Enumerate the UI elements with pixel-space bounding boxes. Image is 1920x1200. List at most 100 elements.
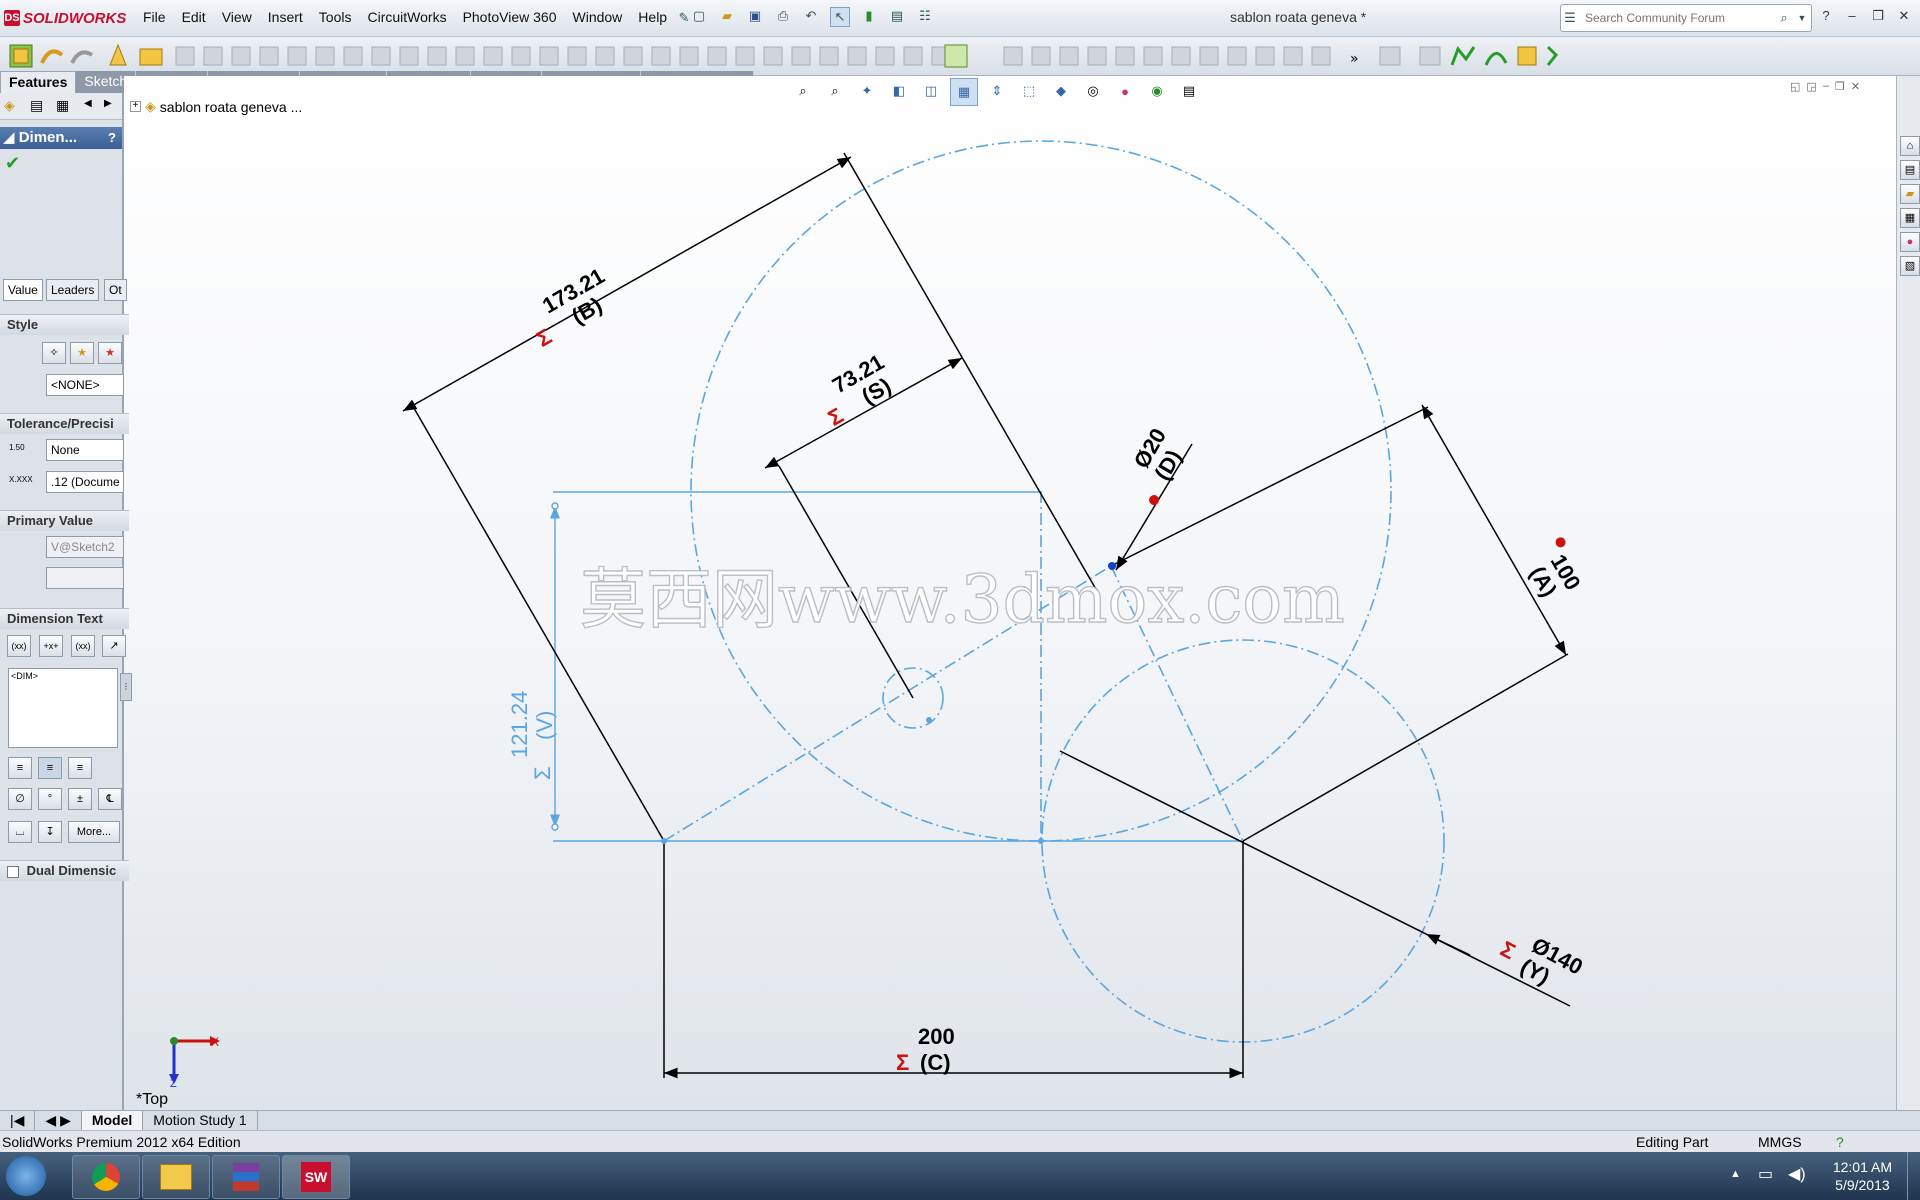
undo-icon[interactable]: ↶ bbox=[802, 7, 820, 25]
view-palette-icon[interactable]: ▦ bbox=[1900, 208, 1920, 228]
tab-scroll-left-icon[interactable]: ◀ bbox=[84, 98, 92, 109]
zoom-to-fit-icon[interactable]: ⌕ bbox=[790, 78, 816, 104]
chevron-down-icon[interactable]: ▼ bbox=[1793, 9, 1811, 27]
property-manager-tab-icon[interactable]: ▤ bbox=[30, 97, 43, 114]
menu-edit[interactable]: Edit bbox=[174, 9, 214, 27]
custom-properties-icon[interactable]: ▧ bbox=[1900, 256, 1920, 276]
tab-scroll-right-icon[interactable]: ▶ bbox=[104, 98, 112, 109]
save-icon[interactable]: ▣ bbox=[746, 7, 764, 25]
dimension-c[interactable]: 200 (C) Σ bbox=[896, 1024, 955, 1075]
tab-scroll-prev-icon[interactable]: ◀ ▶ bbox=[35, 1111, 82, 1131]
dimension-a[interactable]: 100 (A) bbox=[1517, 536, 1588, 607]
primary-value-name-field[interactable]: V@Sketch2 bbox=[46, 536, 124, 558]
plus-minus-symbol-button[interactable]: ± bbox=[68, 788, 92, 810]
menu-photoview[interactable]: PhotoView 360 bbox=[455, 9, 565, 27]
menu-help[interactable]: Help bbox=[630, 9, 675, 27]
center-dimension-button[interactable]: +x+ bbox=[39, 635, 63, 657]
open-icon[interactable]: ▰ bbox=[718, 7, 736, 25]
dimension-s[interactable]: 73.21 (S) Σ bbox=[811, 349, 902, 431]
configuration-tab-icon[interactable]: ▦ bbox=[56, 97, 69, 114]
display-style-icon[interactable]: ▦ bbox=[950, 78, 978, 106]
print-icon[interactable]: ⎙ bbox=[774, 7, 792, 25]
network-icon[interactable]: ▭ bbox=[1758, 1164, 1773, 1184]
parentheses-button[interactable]: (xx) bbox=[7, 635, 31, 657]
style-select[interactable]: <NONE> bbox=[46, 374, 124, 396]
tab-scroll-first-icon[interactable]: |◀ bbox=[0, 1111, 36, 1131]
degree-symbol-button[interactable]: ° bbox=[38, 788, 62, 810]
dual-dimension-checkbox[interactable] bbox=[7, 865, 19, 878]
solidworks-taskbar-icon[interactable]: SW bbox=[282, 1155, 350, 1199]
show-hidden-icons[interactable]: ▲ bbox=[1730, 1168, 1741, 1180]
file-properties-icon[interactable]: ▤ bbox=[888, 7, 906, 25]
sketch-canvas[interactable]: 121.24 (V) Σ 173.21 (B) Σ 73.21 (S) Σ Ø2… bbox=[124, 76, 1902, 1110]
explorer-taskbar-icon[interactable] bbox=[142, 1155, 210, 1199]
menu-window[interactable]: Window bbox=[565, 9, 631, 27]
view-orientation-icon[interactable]: ◫ bbox=[918, 78, 944, 104]
shaded-icon[interactable]: ◆ bbox=[1048, 78, 1074, 104]
quick-tips-icon[interactable]: ? bbox=[1836, 1131, 1844, 1153]
status-units[interactable]: MMGS bbox=[1758, 1131, 1802, 1153]
view-settings-icon[interactable]: ▤ bbox=[1176, 78, 1202, 104]
minimize-button[interactable]: – bbox=[1841, 6, 1863, 26]
resources-icon[interactable]: ⌂ bbox=[1900, 136, 1920, 156]
align-center-button[interactable]: ≡ bbox=[38, 757, 62, 779]
ok-checkmark-icon[interactable]: ✔ bbox=[5, 153, 20, 174]
tolerance-type-select[interactable]: None bbox=[46, 439, 124, 461]
previous-view-icon[interactable]: ✦ bbox=[854, 78, 880, 104]
feature-tree-flyout[interactable]: + ◈ sablon roata geneva ... bbox=[130, 98, 302, 115]
design-library-icon[interactable]: ▤ bbox=[1900, 160, 1920, 180]
dimension-d[interactable]: Ø20 (D) bbox=[1115, 424, 1192, 508]
inspection-dimension-button[interactable]: (xx) bbox=[71, 635, 95, 657]
options-icon[interactable]: ☷ bbox=[916, 7, 934, 25]
menu-file[interactable]: File bbox=[135, 9, 174, 27]
help-icon[interactable]: ? bbox=[1815, 6, 1837, 26]
pm-tab-value[interactable]: Value bbox=[3, 279, 43, 301]
dimension-text-editor[interactable]: <DIM> bbox=[8, 668, 118, 748]
primary-value-group-header[interactable]: Primary Value bbox=[0, 510, 129, 531]
tab-model[interactable]: Model bbox=[81, 1111, 144, 1131]
viewport-split-icon[interactable]: ◲ bbox=[1806, 80, 1816, 93]
feature-manager-tab-icon[interactable]: ◈ bbox=[4, 97, 15, 114]
restore-button[interactable]: ❐ bbox=[1867, 6, 1889, 26]
dimension-v[interactable]: 121.24 (V) Σ bbox=[507, 691, 557, 780]
align-right-button[interactable]: ≡ bbox=[68, 757, 92, 779]
file-explorer-icon[interactable]: ▰ bbox=[1900, 184, 1920, 204]
primary-value-number-field[interactable] bbox=[46, 567, 124, 589]
winrar-taskbar-icon[interactable] bbox=[212, 1155, 280, 1199]
chrome-taskbar-icon[interactable] bbox=[72, 1155, 140, 1199]
tab-motion-study-1[interactable]: Motion Study 1 bbox=[143, 1111, 258, 1131]
new-document-icon[interactable]: ▢ bbox=[690, 7, 708, 25]
display-type-icon[interactable]: ⬚ bbox=[1016, 78, 1042, 104]
search-icon[interactable]: ⌕ bbox=[1775, 9, 1793, 27]
viewport-close-button[interactable]: ✕ bbox=[1851, 80, 1860, 93]
select-icon[interactable]: ↖ bbox=[830, 7, 850, 27]
hide-show-icon[interactable]: ◎ bbox=[1080, 78, 1106, 104]
rotate-icon[interactable]: ⇕ bbox=[984, 78, 1010, 104]
centerline-symbol-button[interactable]: ℄ bbox=[98, 788, 122, 810]
show-desktop-button[interactable] bbox=[1907, 1152, 1920, 1200]
pm-collapse-handle[interactable]: ⋮ bbox=[120, 673, 132, 701]
pm-tab-other[interactable]: Ot bbox=[104, 279, 127, 301]
menu-insert[interactable]: Insert bbox=[260, 9, 311, 27]
viewport-restore-button[interactable]: ❐ bbox=[1835, 80, 1845, 93]
depth-symbol-button[interactable]: ↧ bbox=[38, 821, 62, 843]
section-view-icon[interactable]: ◧ bbox=[886, 78, 912, 104]
diameter-symbol-button[interactable]: ∅ bbox=[8, 788, 32, 810]
dimension-b[interactable]: 173.21 (B) Σ bbox=[519, 263, 622, 352]
appearance-icon[interactable]: ● bbox=[1112, 78, 1138, 104]
menu-circuitworks[interactable]: CircuitWorks bbox=[359, 9, 454, 27]
offset-text-button[interactable]: ↗ bbox=[102, 635, 126, 657]
search-community-forum[interactable]: ☰ ⌕ ▼ bbox=[1560, 4, 1812, 32]
delete-style-icon[interactable]: ★ bbox=[98, 342, 122, 364]
start-button[interactable] bbox=[6, 1156, 46, 1196]
volume-icon[interactable]: ◀) bbox=[1788, 1164, 1806, 1184]
counterbore-symbol-button[interactable]: ⌴ bbox=[8, 821, 32, 843]
expand-icon[interactable]: + bbox=[130, 101, 141, 112]
viewport-icon[interactable]: ◱ bbox=[1790, 80, 1800, 93]
add-style-icon[interactable]: ★ bbox=[70, 342, 94, 364]
rebuild-icon[interactable]: ▮ bbox=[860, 7, 878, 25]
dimension-text-group-header[interactable]: Dimension Text bbox=[0, 608, 129, 629]
align-left-button[interactable]: ≡ bbox=[8, 757, 32, 779]
menu-view[interactable]: View bbox=[214, 9, 260, 27]
dimension-y[interactable]: Ø140 (Y) Σ bbox=[1493, 920, 1587, 1001]
